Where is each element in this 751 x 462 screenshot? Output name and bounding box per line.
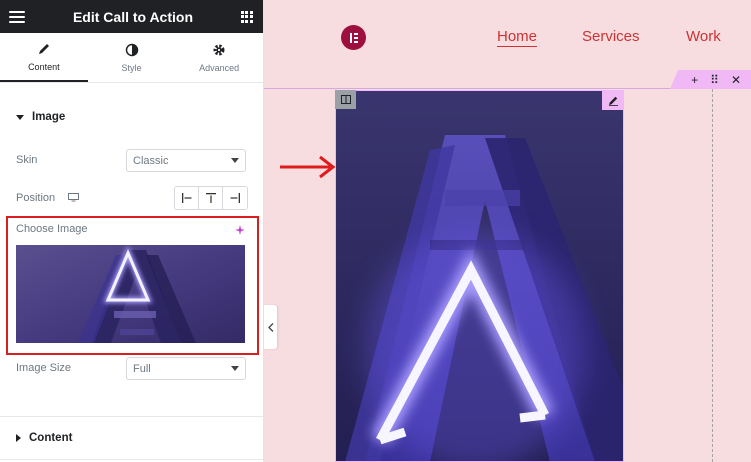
ai-sparkle-icon[interactable] <box>235 225 245 235</box>
edit-widget-button[interactable] <box>602 90 624 110</box>
panel-title: Edit Call to Action <box>72 8 194 25</box>
align-left-icon[interactable] <box>175 187 199 209</box>
nav-link-work[interactable]: Work <box>686 28 721 45</box>
elementor-logo-icon <box>349 32 358 43</box>
close-icon[interactable]: ✕ <box>731 74 741 86</box>
position-label: Position <box>16 192 56 204</box>
pencil-icon <box>38 43 49 54</box>
site-logo[interactable] <box>341 25 366 50</box>
tab-style[interactable]: Style <box>88 33 176 82</box>
section-content-toggle[interactable]: Content <box>0 432 72 444</box>
section-image-toggle[interactable]: Image <box>0 111 65 123</box>
section-content-title: Content <box>29 432 73 444</box>
chevron-down-icon <box>231 158 239 163</box>
red-arrow-annotation <box>280 155 336 179</box>
collapse-panel-button[interactable] <box>264 305 277 349</box>
position-button-group <box>174 186 248 210</box>
caret-down-icon <box>16 114 24 120</box>
contrast-icon <box>125 43 138 56</box>
column-boundary <box>712 89 713 462</box>
editor-panel: Edit Call to Action Content Style Advanc… <box>0 0 264 462</box>
image-size-select[interactable]: Full <box>126 357 246 380</box>
panel-header: Edit Call to Action <box>0 0 263 33</box>
skin-select-value: Classic <box>133 154 169 167</box>
pencil-icon <box>608 96 618 106</box>
image-size-select-value: Full <box>133 362 151 375</box>
tab-style-label: Style <box>121 62 142 73</box>
section-divider <box>0 459 263 460</box>
skin-label: Skin <box>16 154 38 166</box>
glowing-letter-a-image <box>335 90 624 462</box>
choose-image-label: Choose Image <box>16 223 88 235</box>
drag-icon[interactable]: ⠿ <box>710 74 719 86</box>
image-size-label: Image Size <box>16 362 72 374</box>
plus-icon[interactable]: + <box>691 74 698 86</box>
gear-icon <box>213 44 225 55</box>
tab-content-label: Content <box>28 61 60 72</box>
tab-advanced-label: Advanced <box>199 62 240 73</box>
nav-link-services[interactable]: Services <box>582 28 640 45</box>
tab-content[interactable]: Content <box>0 33 88 82</box>
column-handle[interactable] <box>335 90 356 109</box>
tab-advanced[interactable]: Advanced <box>175 33 263 82</box>
call-to-action-widget[interactable] <box>335 90 624 462</box>
desktop-icon[interactable] <box>68 193 79 202</box>
widgets-grid-icon[interactable] <box>240 10 253 23</box>
hamburger-menu-icon[interactable] <box>9 10 25 23</box>
caret-right-icon <box>16 434 21 442</box>
chevron-left-icon <box>267 322 273 332</box>
chevron-down-icon <box>231 366 239 371</box>
section-divider <box>0 416 263 417</box>
align-right-icon[interactable] <box>223 187 247 209</box>
section-handle: + ⠿ ✕ <box>670 70 751 89</box>
column-icon <box>340 95 351 104</box>
skin-select[interactable]: Classic <box>126 149 246 172</box>
nav-link-home[interactable]: Home <box>497 28 538 47</box>
glowing-letter-a-thumbnail-image <box>16 245 245 343</box>
align-top-icon[interactable] <box>199 187 223 209</box>
section-image-title: Image <box>32 111 66 123</box>
image-thumbnail[interactable] <box>16 245 245 343</box>
panel-tabs: Content Style Advanced <box>0 33 263 83</box>
